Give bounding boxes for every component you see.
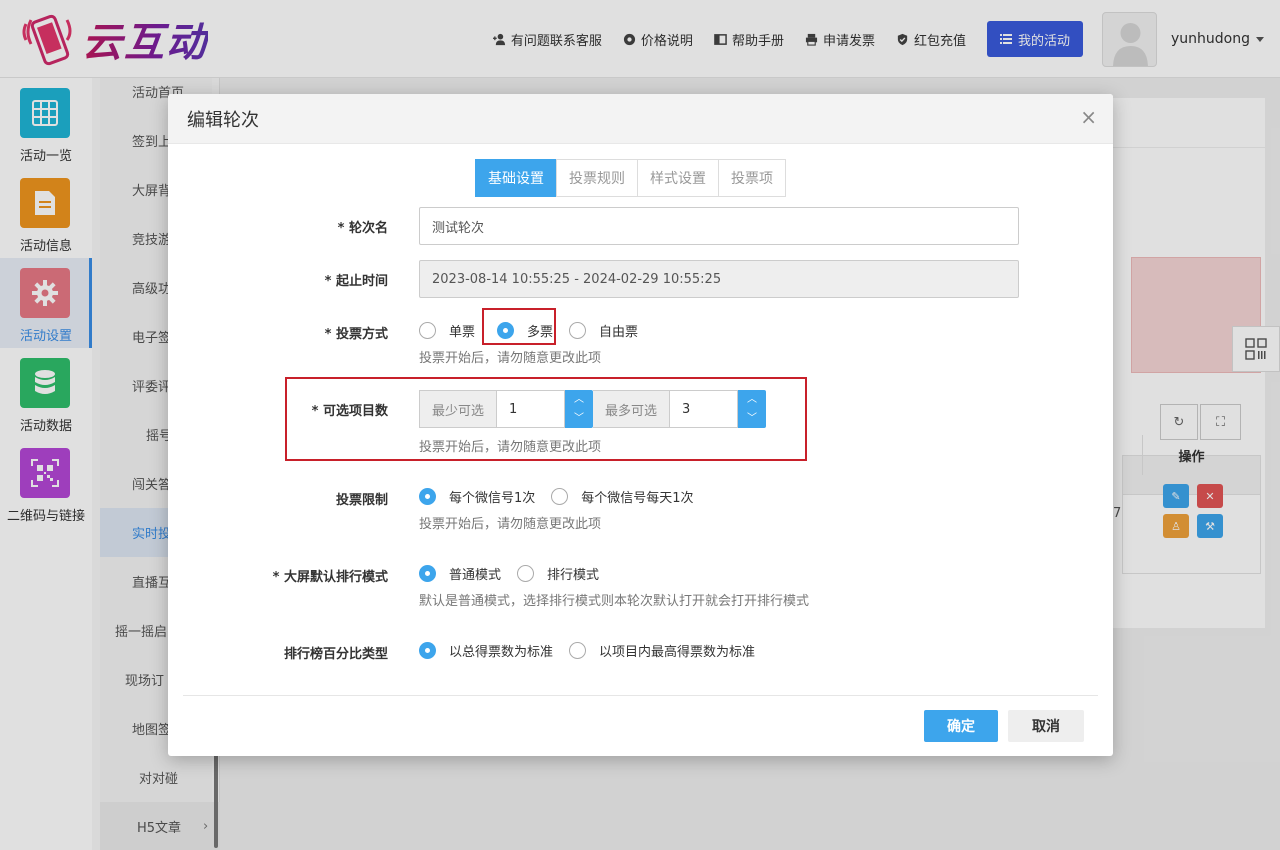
rank-mode-normal[interactable]: 普通模式 [419, 564, 501, 583]
radio-label: 单票 [449, 325, 476, 340]
tab-basic-settings[interactable]: 基础设置 [475, 159, 557, 197]
chevron-down-icon[interactable]: ﹀ [574, 413, 584, 424]
dialog-title: 编辑轮次 [187, 110, 259, 131]
chevron-up-icon[interactable]: ︿ [574, 394, 584, 405]
radio-button[interactable] [569, 322, 587, 339]
max-select-stepper[interactable]: ︿ ﹀ [738, 390, 767, 428]
radio-button[interactable] [517, 565, 535, 582]
time-range-input[interactable]: 2023-08-14 10:55:25 - 2024-02-29 10:55:2… [419, 260, 1019, 298]
dialog-divider [183, 695, 1098, 696]
vote-limit-hint: 投票开始后，请勿随意更改此项 [419, 517, 602, 532]
option-count-label: * 可选项目数 [311, 404, 388, 419]
chevron-up-icon[interactable]: ︿ [747, 394, 757, 405]
vote-mode-hint: 投票开始后，请勿随意更改此项 [419, 351, 602, 366]
percent-type-total[interactable]: 以总得票数为标准 [419, 641, 553, 660]
chevron-down-icon[interactable]: ﹀ [747, 413, 757, 424]
rank-mode-label: * 大屏默认排行模式 [272, 570, 388, 585]
radio-label: 以项目内最高得票数为标准 [599, 645, 756, 660]
confirm-button[interactable]: 确定 [924, 710, 998, 742]
percent-type-max[interactable]: 以项目内最高得票数为标准 [569, 641, 755, 660]
radio-label: 普通模式 [449, 568, 502, 583]
radio-button[interactable] [551, 488, 569, 505]
vote-mode-free[interactable]: 自由票 [569, 321, 638, 340]
dialog-header: 编辑轮次 × [168, 94, 1113, 144]
radio-button-checked[interactable] [419, 488, 436, 505]
vote-limit-radios: 每个微信号1次 每个微信号每天1次 [419, 487, 710, 506]
radio-button[interactable] [569, 642, 587, 659]
edit-round-dialog: 编辑轮次 × 基础设置 投票规则 样式设置 投票项 * 轮次名 测试轮次 * 起… [168, 94, 1113, 756]
round-name-input[interactable]: 测试轮次 [419, 207, 1019, 245]
rank-mode-radios: 普通模式 排行模式 [419, 564, 615, 583]
radio-label: 排行模式 [547, 568, 600, 583]
min-select-stepper[interactable]: ︿ ﹀ [565, 390, 594, 428]
tab-vote-items[interactable]: 投票项 [718, 159, 786, 197]
radio-label: 每个微信号1次 [449, 491, 536, 506]
radio-button-checked[interactable] [419, 642, 436, 659]
cancel-button[interactable]: 取消 [1008, 710, 1084, 742]
round-name-label: * 轮次名 [337, 221, 388, 236]
radio-button-checked[interactable] [419, 565, 436, 582]
highlight-box-multi-vote [482, 308, 556, 345]
radio-label: 以总得票数为标准 [449, 645, 554, 660]
rank-mode-hint: 默认是普通模式，选择排行模式则本轮次默认打开就会打开排行模式 [419, 594, 810, 609]
radio-label: 自由票 [599, 325, 639, 340]
vote-limit-once[interactable]: 每个微信号1次 [419, 487, 535, 506]
radio-button[interactable] [419, 322, 436, 339]
option-count-inputs: 最少可选 1 ︿ ﹀ 最多可选 3 ︿ ﹀ [419, 390, 767, 428]
tab-vote-rules[interactable]: 投票规则 [556, 159, 638, 197]
tab-style-settings[interactable]: 样式设置 [637, 159, 719, 197]
max-select-addon: 最多可选 [593, 390, 671, 428]
percent-type-label: 排行榜百分比类型 [283, 647, 388, 662]
percent-type-radios: 以总得票数为标准 以项目内最高得票数为标准 [419, 641, 771, 660]
vote-mode-single[interactable]: 单票 [419, 321, 475, 340]
min-select-input[interactable]: 1 [497, 390, 566, 428]
rank-mode-ranking[interactable]: 排行模式 [517, 564, 599, 583]
vote-limit-daily[interactable]: 每个微信号每天1次 [551, 487, 694, 506]
max-select-input[interactable]: 3 [670, 390, 739, 428]
radio-label: 每个微信号每天1次 [581, 491, 694, 506]
option-count-hint: 投票开始后，请勿随意更改此项 [419, 440, 602, 455]
close-button[interactable]: × [1080, 107, 1097, 127]
time-range-label: * 起止时间 [324, 274, 388, 289]
min-select-addon: 最少可选 [419, 390, 498, 428]
dialog-tabs: 基础设置 投票规则 样式设置 投票项 [475, 159, 786, 197]
vote-mode-label: * 投票方式 [324, 327, 388, 342]
vote-limit-label: 投票限制 [335, 493, 388, 508]
